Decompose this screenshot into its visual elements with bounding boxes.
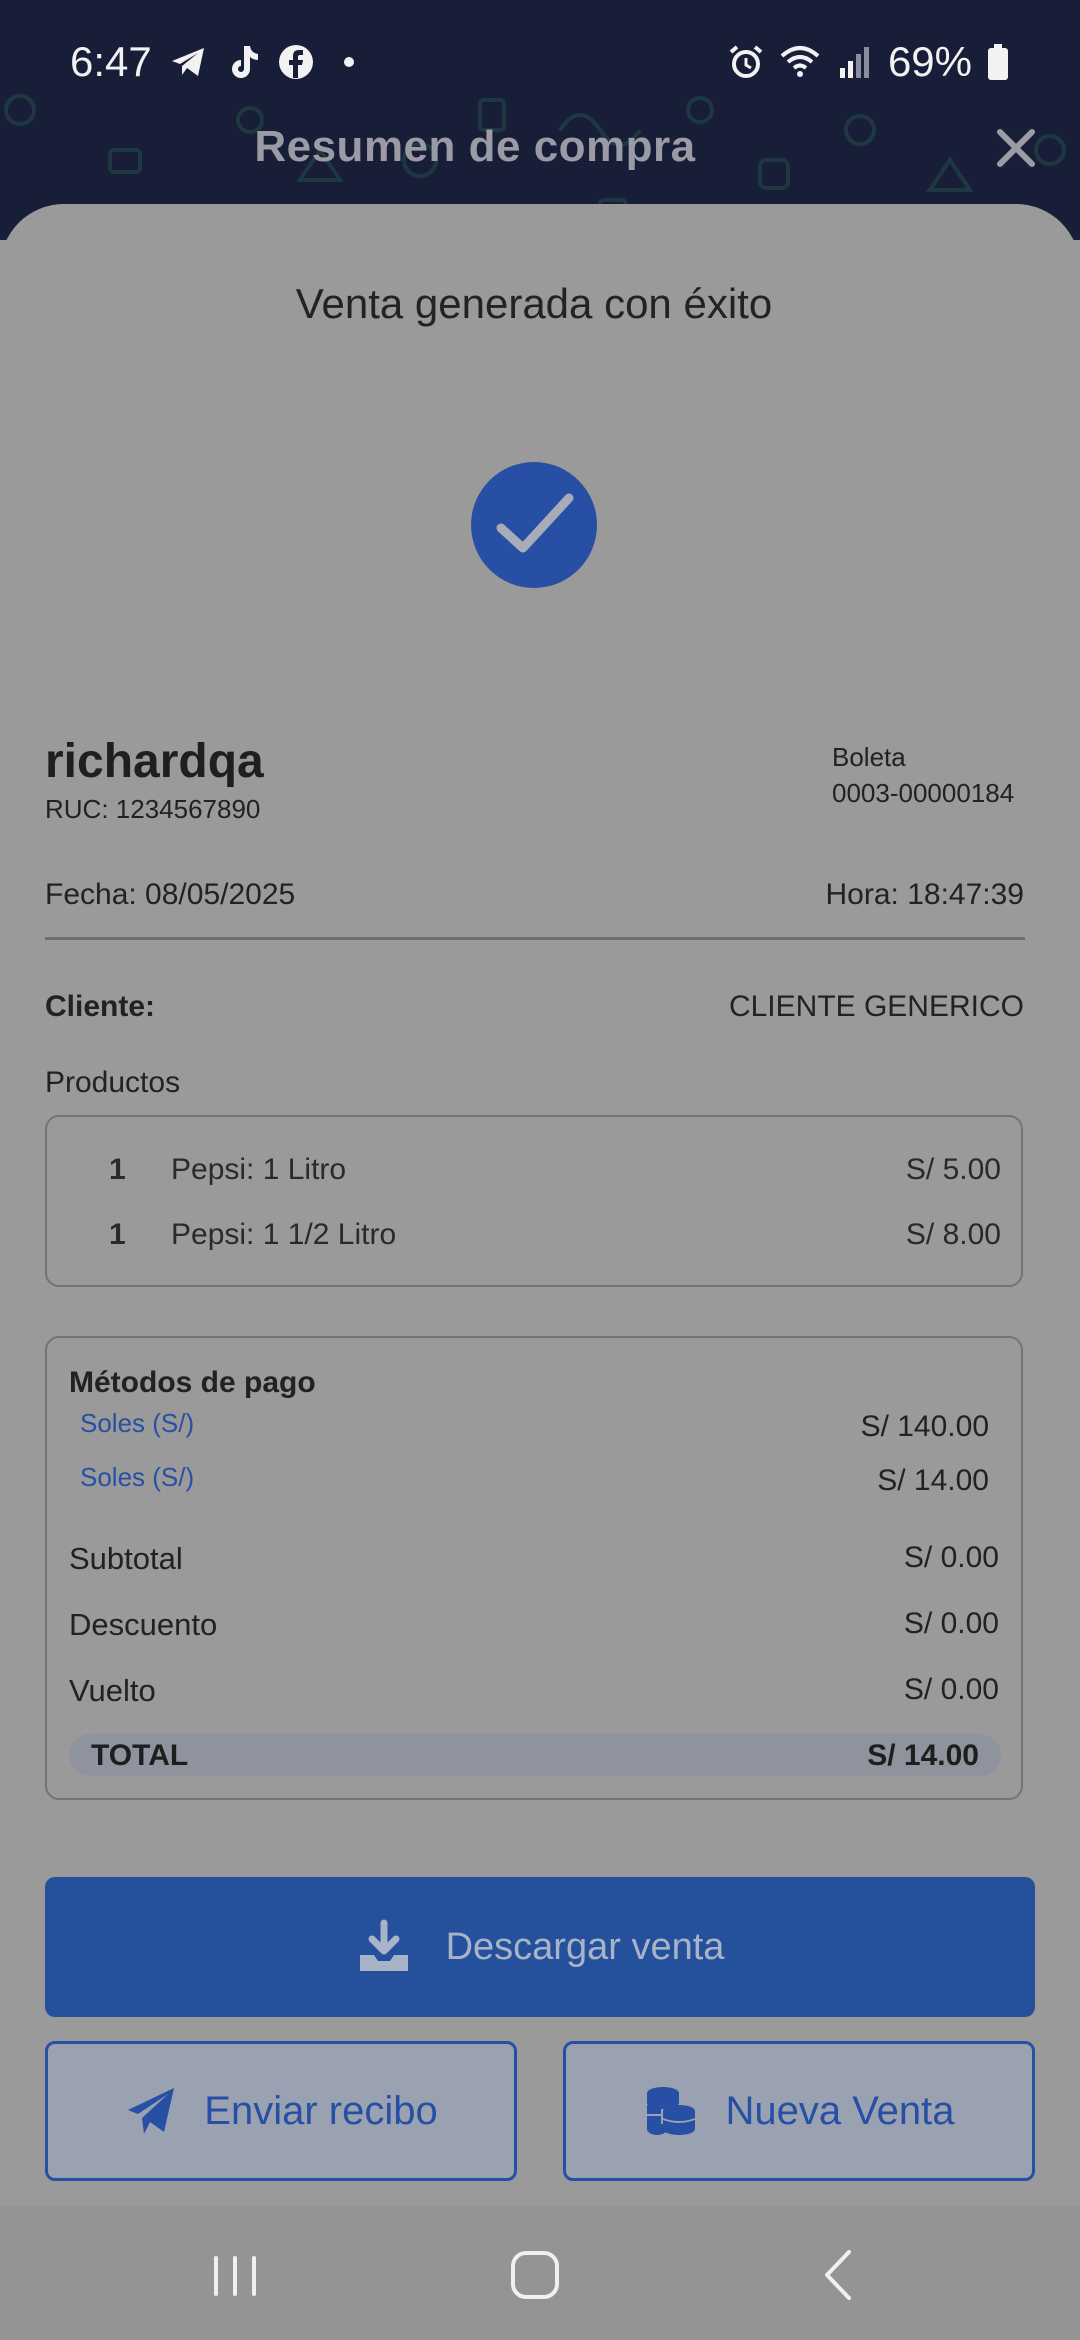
checkmark-icon [496, 493, 574, 553]
company-name: richardqa [45, 735, 264, 788]
send-receipt-label: Enviar recibo [204, 2088, 438, 2133]
tiktok-icon [232, 46, 258, 78]
status-time: 6:47 [70, 38, 152, 85]
download-icon [359, 1919, 408, 1971]
telegram-icon [172, 48, 204, 76]
discount-value: S/ 0.00 [903, 1607, 999, 1640]
success-heading: Venta generada con éxito [295, 280, 773, 327]
purchase-summary-sheet: Venta generada con éxito richardqa RUC: … [0, 204, 1080, 2340]
sale-date: Fecha: 08/05/2025 [45, 878, 296, 911]
document-number: 0003-00000184 [832, 778, 1015, 808]
system-nav-bar [0, 2206, 1080, 2340]
subtotal-label: Subtotal [69, 1541, 183, 1576]
products-label: Productos [45, 1066, 181, 1099]
signal-icon [839, 47, 869, 78]
change-label: Vuelto [69, 1673, 156, 1708]
company-ruc: RUC: 1234567890 [45, 794, 261, 824]
total-label: TOTAL [91, 1739, 189, 1772]
client-label: Cliente: [45, 990, 156, 1023]
battery-icon [988, 44, 1008, 80]
client-value: CLIENTE GENERICO [728, 990, 1024, 1023]
payment-summary: Métodos de pago Soles (S/) S/ 140.00 Sol… [45, 1336, 1023, 1800]
send-receipt-button[interactable]: Enviar recibo [45, 2041, 517, 2181]
payment-method-name: Soles (S/) [80, 1408, 195, 1438]
payment-method-amount: S/ 140.00 [860, 1410, 989, 1443]
payment-methods-title: Métodos de pago [69, 1366, 316, 1399]
document-type: Boleta [832, 742, 906, 772]
home-icon[interactable] [500, 2240, 570, 2310]
total-row: TOTAL S/ 14.00 [69, 1734, 1001, 1776]
facebook-icon [279, 45, 313, 79]
download-sale-button[interactable]: Descargar venta [45, 1877, 1035, 2017]
payment-method-name: Soles (S/) [80, 1462, 195, 1492]
product-name: Pepsi: 1 1/2 Litro [171, 1218, 397, 1251]
change-value: S/ 0.00 [903, 1673, 999, 1706]
products-list: 1 Pepsi: 1 Litro S/ 5.00 1 Pepsi: 1 1/2 … [45, 1115, 1023, 1287]
coins-icon [647, 2087, 696, 2135]
payment-method-amount: S/ 14.00 [877, 1464, 989, 1497]
recent-apps-icon[interactable] [200, 2240, 270, 2310]
wifi-icon [780, 46, 820, 77]
discount-label: Descuento [69, 1607, 218, 1642]
notification-dot [344, 57, 354, 67]
back-icon[interactable] [805, 2240, 875, 2310]
list-item: 1 Pepsi: 1 Litro S/ 5.00 [47, 1153, 1021, 1197]
product-price: S/ 8.00 [905, 1218, 1001, 1251]
divider [45, 937, 1025, 940]
new-sale-button[interactable]: Nueva Venta [563, 2041, 1035, 2181]
total-value: S/ 14.00 [867, 1739, 979, 1772]
sale-time: Hora: 18:47:39 [825, 878, 1024, 911]
success-badge [471, 462, 597, 588]
status-bar: 6:47 69% [0, 0, 1080, 122]
product-price: S/ 5.00 [905, 1153, 1001, 1186]
subtotal-value: S/ 0.00 [903, 1541, 999, 1574]
product-qty: 1 [109, 1218, 126, 1251]
paper-plane-icon [128, 2088, 175, 2134]
close-icon[interactable] [990, 122, 1042, 174]
product-qty: 1 [109, 1153, 126, 1186]
battery-percent: 69% [887, 38, 972, 85]
download-sale-label: Descargar venta [445, 1925, 725, 1968]
new-sale-label: Nueva Venta [725, 2088, 955, 2133]
product-name: Pepsi: 1 Litro [171, 1153, 347, 1186]
list-item: 1 Pepsi: 1 1/2 Litro S/ 8.00 [47, 1218, 1021, 1262]
alarm-icon [729, 45, 763, 78]
page-title: Resumen de compra [254, 122, 696, 171]
